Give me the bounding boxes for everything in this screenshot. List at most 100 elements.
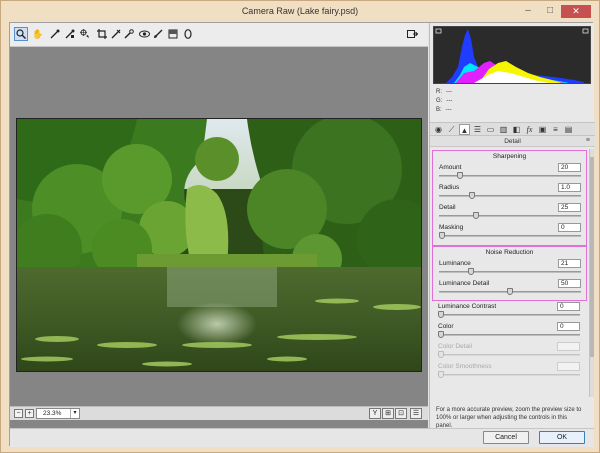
minimize-button[interactable]: – bbox=[517, 5, 539, 18]
color-detail-label: Color Detail bbox=[438, 343, 472, 350]
split-toning-tab-icon[interactable]: ▭ bbox=[485, 124, 496, 135]
amount-input[interactable]: 20 bbox=[558, 163, 581, 172]
open-preferences-icon[interactable] bbox=[405, 27, 419, 41]
targeted-adjustment-tool-icon[interactable] bbox=[78, 27, 92, 41]
color-label: Color bbox=[438, 323, 454, 330]
zoom-tool-icon[interactable] bbox=[14, 27, 28, 41]
detail-slider[interactable]: Detail 25 bbox=[439, 203, 581, 223]
radius-slider[interactable]: Radius 1.0 bbox=[439, 183, 581, 203]
zoom-level-select[interactable]: 23.3% ▾ bbox=[36, 408, 80, 419]
maximize-button[interactable]: □ bbox=[539, 5, 561, 18]
luminance-detail-slider[interactable]: Luminance Detail 50 bbox=[439, 279, 581, 299]
red-eye-tool-icon[interactable] bbox=[137, 27, 151, 41]
noise-reduction-title: Noise Reduction bbox=[485, 249, 534, 256]
tool-bar: ✋ bbox=[10, 23, 428, 47]
cancel-button[interactable]: Cancel bbox=[483, 431, 529, 444]
amount-slider[interactable]: Amount 20 bbox=[439, 163, 581, 183]
luminance-contrast-slider[interactable]: Luminance Contrast 0 bbox=[438, 302, 580, 322]
chevron-down-icon: ▾ bbox=[70, 409, 79, 418]
scrollbar-thumb[interactable] bbox=[590, 157, 594, 357]
masking-slider[interactable]: Masking 0 bbox=[439, 223, 581, 243]
lake-photo[interactable] bbox=[16, 118, 422, 372]
adjustment-brush-tool-icon[interactable] bbox=[151, 27, 165, 41]
effects-tab-icon[interactable]: ◧ bbox=[511, 124, 522, 135]
zoom-level-value: 23.3% bbox=[43, 410, 62, 417]
copy-settings-button[interactable]: ⊡ bbox=[395, 408, 407, 419]
luminance-input[interactable]: 21 bbox=[558, 259, 581, 268]
hsl-tab-icon[interactable]: ☰ bbox=[472, 124, 483, 135]
slider-track[interactable] bbox=[438, 334, 580, 336]
panel-menu-icon[interactable]: ≡ bbox=[586, 137, 590, 144]
color-slider[interactable]: Color 0 bbox=[438, 322, 580, 342]
amount-label: Amount bbox=[439, 164, 462, 171]
radius-label: Radius bbox=[439, 184, 460, 191]
white-balance-tool-icon[interactable] bbox=[48, 27, 62, 41]
r-label: R: bbox=[436, 89, 442, 95]
masking-input[interactable]: 0 bbox=[558, 223, 581, 232]
panel-tabs: ◉ ⟋ ▲ ☰ ▭ ▥ ◧ fx ▣ ≡ ▤ bbox=[430, 122, 595, 136]
snapshots-tab-icon[interactable]: ▤ bbox=[563, 124, 574, 135]
fx-tab-icon[interactable]: fx bbox=[524, 124, 535, 135]
luminance-detail-input[interactable]: 50 bbox=[558, 279, 581, 288]
graduated-filter-tool-icon[interactable] bbox=[166, 27, 180, 41]
luminance-contrast-label: Luminance Contrast bbox=[438, 303, 497, 310]
slider-thumb bbox=[438, 351, 444, 358]
slider-thumb[interactable] bbox=[468, 192, 475, 199]
close-button[interactable]: ✕ bbox=[561, 5, 591, 18]
swap-settings-button[interactable]: ⊞ bbox=[382, 408, 394, 419]
straighten-tool-icon[interactable] bbox=[109, 27, 123, 41]
hand-tool-icon[interactable]: ✋ bbox=[31, 27, 45, 41]
camera-calibration-tab-icon[interactable]: ▣ bbox=[537, 124, 548, 135]
slider-thumb[interactable] bbox=[438, 311, 444, 318]
spot-removal-tool-icon[interactable] bbox=[122, 27, 136, 41]
basic-tab-icon[interactable]: ◉ bbox=[433, 124, 444, 135]
lens-corrections-tab-icon[interactable]: ▥ bbox=[498, 124, 509, 135]
luminance-contrast-input[interactable]: 0 bbox=[557, 302, 580, 311]
slider-track bbox=[438, 354, 580, 356]
detail-input[interactable]: 25 bbox=[558, 203, 581, 212]
zoom-out-button[interactable]: − bbox=[14, 409, 23, 418]
slider-thumb[interactable] bbox=[438, 331, 444, 338]
color-detail-slider: Color Detail bbox=[438, 342, 580, 362]
color-input[interactable]: 0 bbox=[557, 322, 580, 331]
presets-tab-icon[interactable]: ≡ bbox=[550, 124, 561, 135]
luminance-detail-label: Luminance Detail bbox=[439, 280, 490, 287]
detail-tab-icon[interactable]: ▲ bbox=[459, 123, 470, 135]
color-sampler-tool-icon[interactable] bbox=[63, 27, 77, 41]
g-value: --- bbox=[446, 98, 453, 104]
slider-track[interactable] bbox=[439, 195, 581, 197]
masking-label: Masking bbox=[439, 224, 464, 231]
luminance-slider[interactable]: Luminance 21 bbox=[439, 259, 581, 279]
color-smoothness-input bbox=[557, 362, 580, 371]
before-after-toggle-button[interactable]: Y bbox=[369, 408, 381, 419]
g-label: G: bbox=[436, 98, 443, 104]
adjustment-panel: R: --- G: --- B: --- ◉ ⟋ ▲ ☰ ▭ ▥ ◧ fx ▣ ≡ ▤… bbox=[429, 23, 595, 429]
slider-thumb[interactable] bbox=[456, 172, 463, 179]
zoom-in-button[interactable]: + bbox=[25, 409, 34, 418]
radial-filter-tool-icon[interactable] bbox=[181, 27, 195, 41]
image-preview-area[interactable] bbox=[10, 47, 428, 428]
preview-preferences-button[interactable]: ☰ bbox=[410, 408, 422, 419]
slider-track[interactable] bbox=[439, 235, 581, 237]
window-title: Camera Raw (Lake fairy.psd) bbox=[241, 6, 359, 16]
crop-tool-icon[interactable] bbox=[95, 27, 109, 41]
slider-track[interactable] bbox=[439, 215, 581, 217]
slider-track[interactable] bbox=[438, 314, 580, 316]
ok-button[interactable]: OK bbox=[539, 431, 585, 444]
histogram bbox=[433, 26, 591, 84]
panel-scrollbar[interactable] bbox=[589, 149, 594, 397]
slider-track[interactable] bbox=[439, 271, 581, 273]
slider-thumb[interactable] bbox=[473, 212, 479, 219]
slider-thumb[interactable] bbox=[439, 232, 445, 239]
panel-hint-text: For a more accurate preview, zoom the pr… bbox=[436, 407, 582, 429]
panel-title: Detail bbox=[430, 136, 595, 147]
noise-reduction-section: Noise Reduction Luminance 21 Luminance D… bbox=[432, 246, 587, 301]
slider-thumb[interactable] bbox=[507, 288, 513, 295]
slider-thumb[interactable] bbox=[467, 268, 474, 275]
dialog-body: ✋ − + 23.3% ▾ Y ⊞ ⊡ ☰ R: --- G: --- B: -… bbox=[9, 22, 595, 447]
preview-status-bar: − + 23.3% ▾ Y ⊞ ⊡ ☰ bbox=[10, 406, 428, 420]
tone-curve-tab-icon[interactable]: ⟋ bbox=[446, 124, 457, 135]
color-smoothness-label: Color Smoothness bbox=[438, 363, 492, 370]
radius-input[interactable]: 1.0 bbox=[558, 183, 581, 192]
detail-label: Detail bbox=[439, 204, 456, 211]
